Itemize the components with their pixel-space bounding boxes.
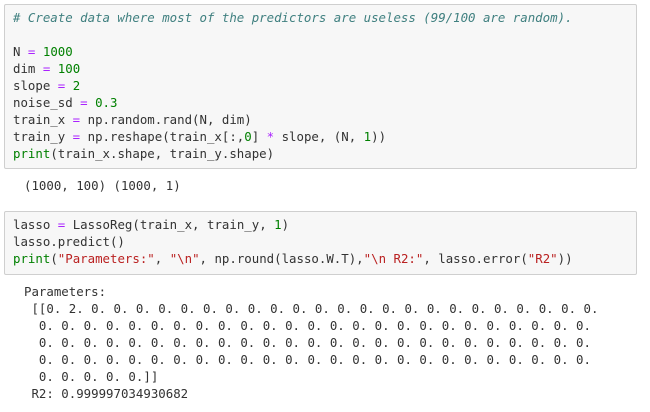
string-literal: "\n R2:" bbox=[363, 251, 424, 266]
output-line: Parameters: bbox=[24, 284, 107, 299]
code-cell-create-data[interactable]: # Create data where most of the predicto… bbox=[4, 4, 637, 169]
code-expression: , np.round(lasso.W.T), bbox=[199, 251, 364, 266]
assign-op: = bbox=[35, 61, 58, 76]
code-cell-lasso[interactable]: lasso = LassoReg(train_x, train_y, 1) la… bbox=[4, 211, 637, 275]
number-literal: 0 bbox=[244, 129, 252, 144]
code-expression: ] bbox=[251, 129, 267, 144]
var-name: noise_sd bbox=[13, 95, 73, 110]
assign-op: = bbox=[72, 95, 96, 110]
number-literal: 1 bbox=[274, 217, 282, 232]
number-literal: 0.3 bbox=[95, 95, 118, 110]
code-editor[interactable]: lasso = LassoReg(train_x, train_y, 1) la… bbox=[5, 212, 636, 267]
assign-op: = bbox=[50, 78, 73, 93]
output-parameters: Parameters: [[0. 2. 0. 0. 0. 0. 0. 0. 0.… bbox=[24, 283, 634, 402]
number-literal: 2 bbox=[72, 78, 81, 93]
code-expression: )) bbox=[557, 251, 573, 266]
output-line: 0. 0. 0. 0. 0. 0. 0. 0. 0. 0. 0. 0. 0. 0… bbox=[24, 352, 591, 367]
assign-op: = bbox=[20, 44, 43, 59]
var-name: train_x bbox=[13, 112, 66, 127]
code-expression: lasso.predict() bbox=[13, 234, 125, 249]
output-line: R2: 0.999997034930682 bbox=[24, 386, 189, 401]
assign-op: = bbox=[65, 129, 88, 144]
output-line: 0. 0. 0. 0. 0.]] bbox=[24, 369, 159, 384]
number-literal: 1000 bbox=[42, 44, 73, 59]
code-expression: )) bbox=[371, 129, 387, 144]
code-expression: , bbox=[154, 251, 170, 266]
string-literal: "Parameters:" bbox=[57, 251, 155, 266]
code-expression: ( bbox=[50, 251, 58, 266]
var-name: lasso bbox=[13, 217, 51, 232]
assign-op: = bbox=[65, 112, 88, 127]
code-expression: np.reshape(train_x[:, bbox=[87, 129, 245, 144]
output-line: [[0. 2. 0. 0. 0. 0. 0. 0. 0. 0. 0. 0. 0.… bbox=[24, 301, 599, 316]
code-expression: LassoReg(train_x, train_y, bbox=[72, 217, 275, 232]
code-expression: (train_x.shape, train_y.shape) bbox=[50, 146, 275, 161]
var-name: slope bbox=[13, 78, 51, 93]
string-literal: "R2" bbox=[527, 251, 558, 266]
output-line: 0. 0. 0. 0. 0. 0. 0. 0. 0. 0. 0. 0. 0. 0… bbox=[24, 318, 591, 333]
string-literal: "\n" bbox=[169, 251, 200, 266]
output-text: (1000, 100) (1000, 1) bbox=[24, 178, 181, 193]
multiply-op: * bbox=[266, 129, 275, 144]
code-expression: ) bbox=[281, 217, 290, 232]
var-name: train_y bbox=[13, 129, 66, 144]
number-literal: 1 bbox=[363, 129, 372, 144]
output-text: Parameters: [[0. 2. 0. 0. 0. 0. 0. 0. 0.… bbox=[24, 283, 634, 402]
var-name: dim bbox=[13, 61, 36, 76]
code-comment: # Create data where most of the predicto… bbox=[13, 10, 573, 25]
code-expression: , lasso.error( bbox=[423, 251, 528, 266]
output-line: 0. 0. 0. 0. 0. 0. 0. 0. 0. 0. 0. 0. 0. 0… bbox=[24, 335, 591, 350]
output-shapes: (1000, 100) (1000, 1) bbox=[24, 177, 634, 194]
builtin-print: print bbox=[13, 146, 51, 161]
assign-op: = bbox=[50, 217, 73, 232]
code-expression: np.random.rand(N, dim) bbox=[87, 112, 252, 127]
builtin-print: print bbox=[13, 251, 51, 266]
number-literal: 100 bbox=[57, 61, 81, 76]
code-expression: slope, (N, bbox=[274, 129, 364, 144]
code-editor[interactable]: # Create data where most of the predicto… bbox=[5, 5, 636, 162]
